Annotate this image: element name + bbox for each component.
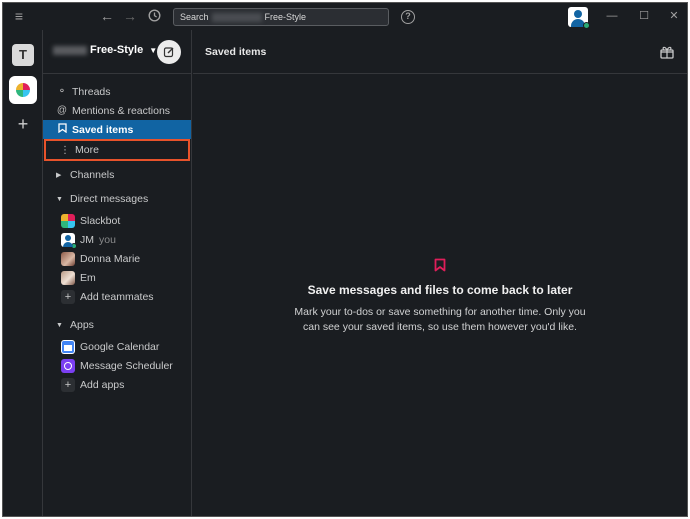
workspace-rail: T + (3, 30, 43, 516)
section-label: Direct messages (70, 193, 149, 205)
workspace-switch-t[interactable]: T (12, 44, 34, 66)
workspace-name-button[interactable]: Free-Style ▼ (53, 44, 157, 56)
search-input[interactable]: Search Free-Style (173, 8, 389, 26)
add-workspace-button[interactable]: + (14, 114, 32, 135)
section-label: Apps (70, 319, 94, 331)
caret-right-icon: ▶ (56, 172, 62, 179)
compose-button[interactable] (157, 40, 181, 64)
sidebar-item-mentions[interactable]: @ Mentions & reactions (43, 101, 191, 120)
sidebar: Free-Style ▼ ⚬ Threads @ Mentions & reac… (43, 30, 192, 516)
sidebar-item-threads[interactable]: ⚬ Threads (43, 82, 191, 101)
redacted-text (53, 45, 87, 55)
clock-icon[interactable] (144, 3, 164, 31)
add-teammates-button[interactable]: + Add teammates (43, 287, 191, 306)
slackbot-avatar (61, 213, 75, 228)
avatar (61, 270, 75, 285)
dm-slackbot[interactable]: Slackbot (43, 211, 191, 230)
sidebar-item-saved[interactable]: Saved items (43, 120, 191, 139)
search-workspace: Free-Style (264, 12, 307, 22)
caret-down-icon: ▼ (56, 321, 63, 329)
chevron-down-icon: ▼ (149, 46, 158, 55)
add-apps-label: Add apps (80, 378, 125, 391)
dm-name: Donna Marie (80, 252, 141, 265)
avatar (61, 232, 77, 249)
sidebar-item-label: Saved items (72, 123, 134, 136)
more-vertical-icon: ⋮ (60, 144, 70, 156)
caret-down-icon: ▼ (56, 195, 63, 203)
dm-donna-marie[interactable]: Donna Marie (43, 249, 191, 268)
dm-em[interactable]: Em (43, 268, 191, 287)
empty-state: Save messages and files to come back to … (193, 258, 687, 335)
dm-name: JM (80, 233, 94, 246)
sidebar-item-more[interactable]: ⋮ More (44, 139, 190, 161)
close-icon[interactable]: ✕ (665, 3, 683, 30)
arrow-left-icon[interactable]: ← (97, 3, 117, 30)
add-teammates-label: Add teammates (80, 290, 154, 303)
app-name: Google Calendar (80, 340, 160, 353)
redacted-text (211, 13, 262, 23)
workspace-name: Free-Style (90, 44, 144, 56)
question-icon[interactable]: ? (401, 10, 415, 24)
avatar (61, 251, 75, 266)
sidebar-item-label: Threads (72, 85, 111, 98)
sidebar-header: Free-Style ▼ (43, 30, 191, 74)
slack-logo-icon (16, 83, 30, 97)
main-panel: Saved items Save messages and files to c… (193, 30, 687, 516)
page-title: Saved items (205, 46, 267, 58)
main-header: Saved items (193, 30, 687, 74)
workspace-current[interactable] (9, 76, 37, 104)
threads-icon: ⚬ (57, 86, 67, 97)
at-icon: @ (56, 105, 68, 116)
calendar-icon (61, 339, 75, 354)
plus-icon: + (61, 289, 75, 304)
slack-window: ≡ ← → Search Free-Style ? — ☐ ✕ T + Free-… (2, 2, 688, 517)
dm-jm[interactable]: JM you (43, 230, 191, 249)
dm-name: Em (80, 271, 96, 284)
minimize-icon[interactable]: — (603, 3, 621, 30)
app-message-scheduler[interactable]: Message Scheduler (43, 356, 191, 375)
bookmark-icon (55, 123, 69, 136)
bookmark-icon (434, 258, 446, 275)
online-status-dot (71, 242, 77, 249)
app-google-calendar[interactable]: Google Calendar (43, 337, 191, 356)
dm-you-suffix: you (99, 233, 116, 246)
empty-state-description: Mark your to-dos or save something for a… (294, 306, 586, 333)
section-label: Channels (70, 169, 115, 181)
empty-state-title: Save messages and files to come back to … (307, 283, 573, 297)
maximize-icon[interactable]: ☐ (635, 3, 653, 30)
section-direct-messages[interactable]: ▼ Direct messages (43, 190, 191, 208)
hamburger-icon[interactable]: ≡ (9, 3, 29, 30)
compose-icon (163, 47, 174, 58)
section-apps[interactable]: ▼ Apps (43, 316, 191, 334)
scheduler-icon (61, 358, 75, 373)
app-name: Message Scheduler (80, 359, 173, 372)
arrow-right-icon[interactable]: → (120, 3, 140, 30)
gift-icon[interactable] (659, 44, 675, 60)
online-status-dot (583, 22, 590, 29)
sidebar-item-label: More (75, 144, 99, 156)
sidebar-item-label: Mentions & reactions (72, 104, 171, 117)
search-prefix: Search (180, 12, 209, 22)
add-apps-button[interactable]: + Add apps (43, 375, 191, 394)
dm-name: Slackbot (80, 214, 121, 227)
title-bar: ≡ ← → Search Free-Style ? — ☐ ✕ (3, 3, 687, 30)
plus-icon: + (61, 377, 75, 392)
section-channels[interactable]: ▶ Channels (43, 166, 191, 184)
